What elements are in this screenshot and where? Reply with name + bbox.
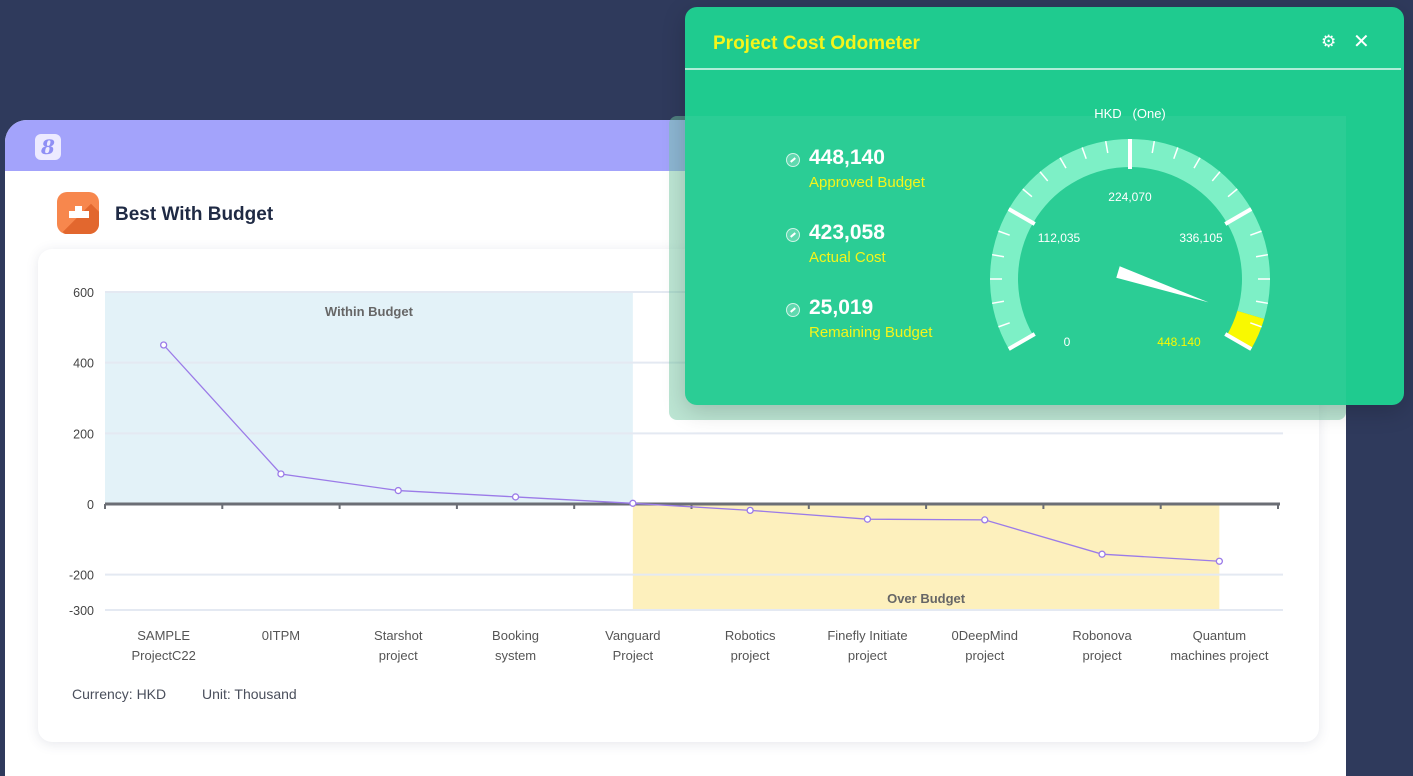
data-point [629, 499, 637, 507]
data-point [511, 493, 520, 501]
gauge-unit-label: HKD (One) [1094, 106, 1166, 121]
section-title: Best With Budget [115, 204, 274, 225]
x-tick-label: project [965, 648, 1004, 663]
brand-logo[interactable]: 8 [35, 134, 61, 160]
y-tick-label: 200 [73, 427, 94, 441]
x-tick-label: SAMPLE [137, 628, 190, 643]
data-point [1215, 557, 1223, 565]
x-tick-label: machines project [1170, 648, 1269, 663]
x-tick-label: Robonova [1072, 628, 1132, 643]
x-tick-label: project [379, 648, 418, 663]
data-point [746, 506, 754, 515]
data-point [277, 470, 285, 478]
unit-note: Unit: Thousand [202, 686, 297, 702]
gauge-needle [1116, 266, 1209, 303]
gauge-end-label: 448.140 [1157, 335, 1201, 349]
gauge-scale-label: 224,070 [1108, 190, 1152, 204]
gauge-arc [990, 138, 1270, 349]
y-tick-label: -300 [69, 604, 94, 618]
x-tick-label: Project [613, 648, 654, 663]
region-0 [105, 292, 633, 504]
y-tick-label: 0 [87, 498, 94, 512]
data-point [160, 341, 168, 349]
y-tick-label: 400 [73, 357, 94, 371]
gauge-min-label: 0 [1064, 335, 1071, 349]
gauge-scale-label: 112,035 [1038, 231, 1081, 245]
cost-gauge: 112,035 224,070 336,105 0 448.140 HKD (One) [990, 106, 1270, 351]
x-tick-label: system [495, 648, 536, 663]
x-tick-label: Vanguard [605, 628, 660, 643]
region-label: Over Budget [887, 591, 966, 606]
x-tick-label: Starshot [374, 628, 423, 643]
odometer-window: Project Cost Odometer ⚙ ✕ 448,140 Approv… [685, 7, 1404, 405]
x-tick-label: Booking [492, 628, 539, 643]
currency-note: Currency: HKD [72, 686, 167, 702]
building-icon [57, 192, 99, 234]
gauge-scale-label: 336,105 [1179, 231, 1223, 245]
x-tick-label: Robotics [725, 628, 776, 643]
x-tick-label: Quantum [1193, 628, 1246, 643]
data-point [863, 515, 872, 523]
x-tick-label: project [1083, 648, 1122, 663]
x-tick-label: project [848, 648, 887, 663]
x-tick-label: 0DeepMind [952, 628, 1019, 643]
region-label: Within Budget [325, 304, 414, 319]
data-point [981, 516, 989, 524]
data-point [394, 486, 402, 495]
y-tick-label: -200 [69, 569, 94, 583]
x-tick-label: Finefly Initiate [827, 628, 907, 643]
x-tick-label: project [731, 648, 770, 663]
x-tick-label: 0ITPM [262, 628, 300, 643]
y-tick-label: 600 [73, 286, 94, 300]
data-point [1098, 550, 1106, 558]
x-tick-label: ProjectC22 [131, 648, 195, 663]
